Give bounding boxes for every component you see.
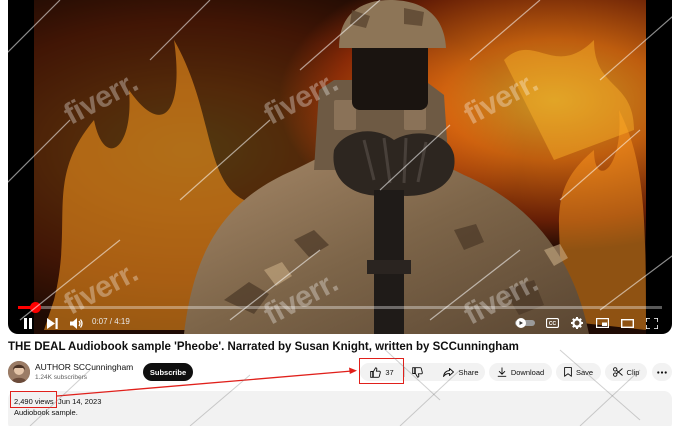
video-player[interactable]: 0:07 / 4:19 CC — [8, 0, 672, 334]
progress-bar[interactable] — [18, 302, 662, 313]
volume-icon — [69, 317, 83, 329]
miniplayer-button[interactable] — [594, 314, 610, 332]
subscribe-button[interactable]: Subscribe — [143, 363, 193, 381]
clip-button[interactable]: Clip — [605, 363, 647, 381]
fullscreen-icon — [646, 317, 658, 329]
miniplayer-icon — [595, 318, 609, 328]
duration: 4:19 — [114, 317, 130, 326]
like-count: 37 — [385, 367, 394, 377]
svg-text:CC: CC — [548, 321, 556, 327]
theater-icon — [620, 318, 634, 328]
subscriber-count: 1.24K subscribers — [35, 374, 88, 381]
theater-mode-button[interactable] — [619, 314, 635, 332]
bookmark-icon — [564, 367, 572, 377]
avatar-image — [8, 361, 30, 383]
thumbs-down-icon — [411, 366, 423, 378]
download-button[interactable]: Download — [489, 363, 552, 381]
description-box[interactable]: 2,490 views Jun 14, 2023 Audiobook sampl… — [8, 391, 672, 426]
player-controls: 0:07 / 4:19 CC — [8, 312, 672, 334]
video-title: THE DEAL Audiobook sample 'Pheobe'. Narr… — [8, 341, 519, 353]
next-button[interactable] — [44, 314, 60, 332]
current-time: 0:07 — [92, 317, 108, 326]
next-icon — [46, 317, 58, 329]
pause-icon — [24, 317, 32, 329]
video-frame[interactable] — [34, 0, 646, 334]
fullscreen-button[interactable] — [644, 314, 660, 332]
channel-name[interactable]: AUTHOR SCCunningham — [35, 362, 133, 372]
subtitles-button[interactable]: CC — [544, 314, 560, 332]
subtitles-icon: CC — [545, 318, 559, 328]
upload-date: Jun 14, 2023 — [58, 397, 102, 406]
autoplay-toggle[interactable] — [514, 314, 536, 332]
save-label: Save — [575, 367, 594, 377]
more-horizontal-icon — [657, 370, 667, 374]
settings-button[interactable] — [569, 314, 585, 332]
more-actions-button[interactable] — [652, 363, 672, 381]
save-button[interactable]: Save — [556, 363, 601, 381]
thumbs-up-icon — [370, 366, 382, 378]
channel-avatar[interactable] — [8, 361, 30, 383]
like-button[interactable]: 37 — [360, 363, 404, 381]
view-count: 2,490 views — [14, 397, 54, 406]
volume-button[interactable] — [68, 314, 84, 332]
autoplay-toggle-icon — [515, 318, 535, 328]
share-label: Share — [458, 367, 479, 377]
pause-button[interactable] — [20, 314, 36, 332]
scissors-icon — [612, 367, 623, 377]
clip-label: Clip — [626, 367, 640, 377]
dislike-button[interactable] — [405, 363, 429, 381]
description-text: Audiobook sample. — [14, 408, 78, 417]
video-thumbnail-image — [34, 0, 646, 334]
settings-icon — [571, 317, 583, 329]
download-icon — [497, 367, 507, 377]
share-button[interactable]: Share — [437, 363, 485, 381]
time-display: 0:07 / 4:19 — [92, 317, 130, 326]
download-label: Download — [510, 367, 545, 377]
share-icon — [443, 367, 455, 377]
